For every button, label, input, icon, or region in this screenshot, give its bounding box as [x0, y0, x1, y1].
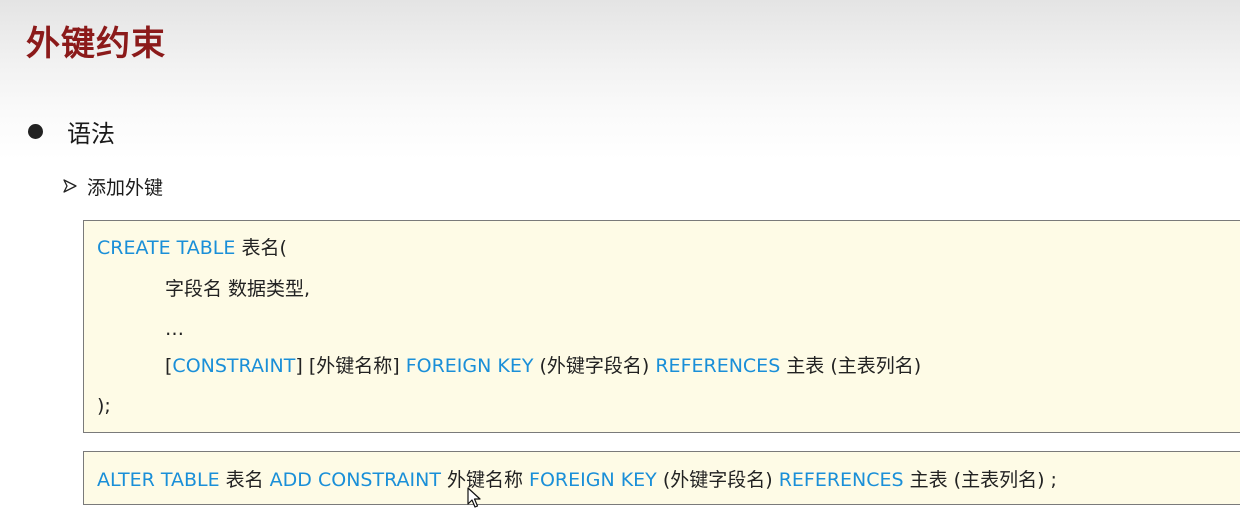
alter-table-code-block: ALTER TABLE 表名 ADD CONSTRAINT 外键名称 FOREI…: [83, 451, 1240, 505]
code-text: 表名: [219, 469, 270, 491]
code-line: [CONSTRAINT] [外键名称] FOREIGN KEY (外键字段名) …: [165, 353, 921, 379]
code-text: (外键字段名): [533, 355, 656, 377]
sub-bullet-add-foreign-key: 添加外键: [62, 172, 163, 200]
keyword: ADD CONSTRAINT: [269, 469, 441, 491]
keyword: FOREIGN KEY: [529, 469, 657, 491]
keyword: REFERENCES: [778, 469, 904, 491]
mouse-pointer-icon: [467, 487, 481, 508]
keyword: ALTER TABLE: [97, 469, 220, 491]
code-text: 外键名称: [440, 469, 530, 491]
slide-title: 外键约束: [26, 24, 166, 64]
bullet-dot-icon: [28, 123, 43, 139]
code-line: );: [97, 393, 111, 419]
code-text: 主表 (主表列名) ;: [903, 469, 1057, 491]
create-table-code-block: CREATE TABLE 表名( 字段名 数据类型, … [CONSTRAINT…: [83, 220, 1240, 433]
arrowhead-icon: [63, 179, 77, 193]
keyword: CONSTRAINT: [172, 355, 296, 377]
keyword: FOREIGN KEY: [405, 355, 534, 377]
slide: 外键约束 语法 添加外键 CREATE TABLE 表名( 字段名 数据类型, …: [0, 0, 1240, 510]
code-line: ALTER TABLE 表名 ADD CONSTRAINT 外键名称 FOREI…: [97, 467, 1057, 493]
bullet-item-syntax: 语法: [28, 114, 115, 148]
sub-bullet-text: 添加外键: [87, 176, 164, 199]
code-text: ] [外键名称]: [295, 355, 406, 377]
code-text: 表名(: [235, 237, 287, 259]
code-text: (外键字段名): [656, 469, 779, 491]
keyword: REFERENCES: [655, 355, 781, 377]
code-text: );: [97, 395, 111, 417]
code-text: 主表 (主表列名): [780, 355, 922, 377]
bullet-text: 语法: [67, 119, 115, 148]
code-line: 字段名 数据类型,: [165, 276, 310, 302]
keyword: CREATE TABLE: [97, 237, 236, 259]
code-line: CREATE TABLE 表名(: [97, 235, 287, 261]
code-line: …: [165, 316, 184, 342]
code-text: 字段名 数据类型,: [165, 278, 311, 300]
code-text: …: [165, 318, 184, 340]
